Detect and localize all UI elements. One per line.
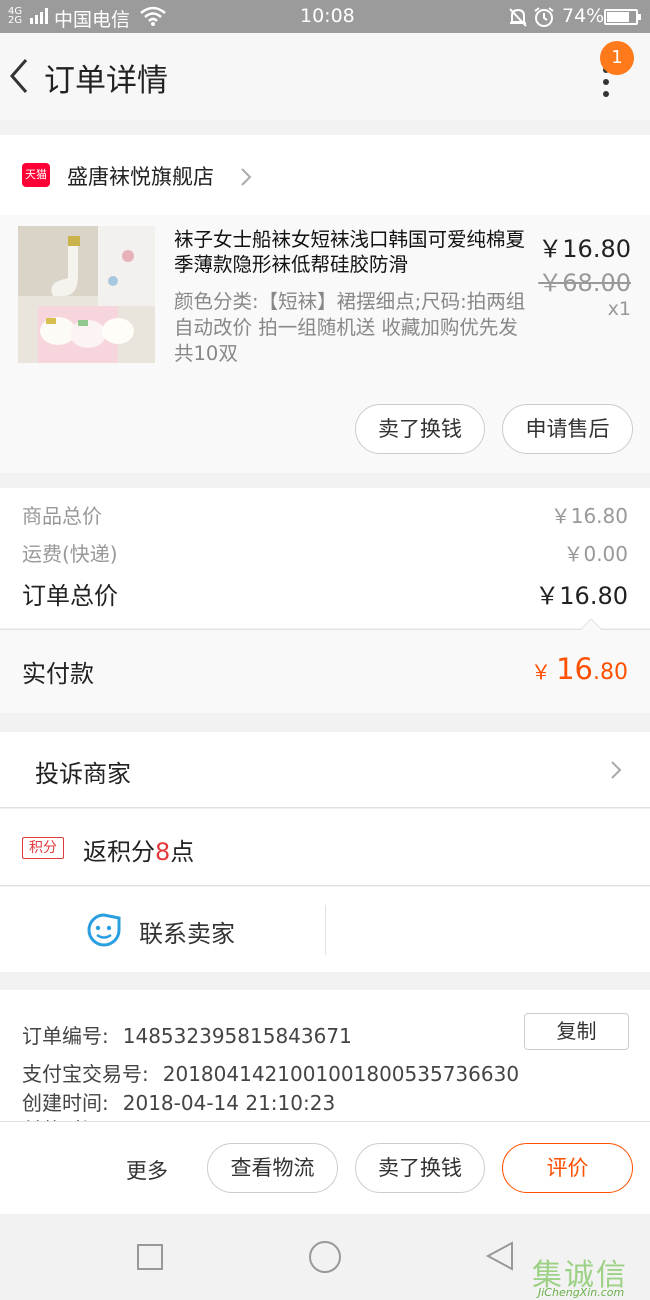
- alipay-label: 支付宝交易号:: [22, 1062, 149, 1086]
- copy-button[interactable]: 复制: [524, 1013, 629, 1050]
- quantity: x1: [607, 298, 631, 320]
- chevron-right-icon: [241, 168, 252, 186]
- page-title: 订单详情: [44, 63, 168, 99]
- order-number-line: 订单编号: 148532395815843671: [22, 1020, 352, 1049]
- shipping-value: ￥0.00: [563, 542, 628, 566]
- caret-up-icon: [580, 618, 602, 630]
- notification-badge: 1: [600, 41, 634, 75]
- resell-button[interactable]: 卖了换钱: [355, 404, 485, 454]
- shipping-label: 运费(快递): [22, 542, 118, 566]
- alipay-number-line: 支付宝交易号: 2018041421001001800535736630: [22, 1058, 519, 1087]
- product-price: ￥16.80: [538, 235, 631, 263]
- goods-total-label: 商品总价: [22, 504, 102, 528]
- product-title[interactable]: 袜子女士船袜女短袜浅口韩国可爱纯棉夏季薄款隐形袜低帮硅胶防滑: [174, 227, 534, 277]
- product-image[interactable]: [18, 226, 155, 363]
- created-time-line: 创建时间: 2018-04-14 21:10:23: [22, 1087, 335, 1116]
- after-sale-button[interactable]: 申请售后: [502, 404, 633, 454]
- alarm-icon: [534, 7, 554, 27]
- order-total-label: 订单总价: [22, 582, 118, 610]
- original-price: ￥68.00: [538, 269, 631, 297]
- contact-seller-button[interactable]: 联系卖家: [139, 914, 235, 949]
- points-text: 返积分8点: [83, 838, 195, 866]
- created-time: 2018-04-14 21:10:23: [122, 1091, 336, 1115]
- chat-face-icon[interactable]: [86, 912, 122, 948]
- divider: [325, 905, 326, 955]
- amount-paid-label: 实付款: [22, 660, 94, 688]
- more-button[interactable]: 更多: [126, 1155, 168, 1185]
- signal-icon: [30, 8, 48, 24]
- mute-bell-icon: [509, 8, 527, 27]
- network-type: 4G 2G: [8, 6, 23, 26]
- amount-paid-value: ￥ 16.80: [531, 652, 628, 686]
- alipay-number: 2018041421001001800535736630: [162, 1062, 520, 1086]
- back-arrow-icon[interactable]: [8, 56, 32, 96]
- complain-merchant-label: 投诉商家: [35, 760, 131, 788]
- goods-total-value: ￥16.80: [550, 504, 628, 528]
- points-tag: 积分: [22, 837, 64, 859]
- created-label: 创建时间:: [22, 1091, 109, 1115]
- battery-icon: [604, 9, 641, 25]
- shop-row[interactable]: 天猫 盛唐袜悦旗舰店: [0, 135, 650, 215]
- header: 订单详情 1: [0, 33, 650, 120]
- view-logistics-button[interactable]: 查看物流: [207, 1143, 338, 1193]
- price-summary: 商品总价 ￥16.80 运费(快递) ￥0.00 订单总价 ￥16.80: [0, 488, 650, 628]
- tmall-icon: 天猫: [22, 163, 50, 187]
- product-sku: 颜色分类:【短袜】裙摆细点;尺码:拍两组自动改价 拍一组随机送 收藏加购优先发 …: [174, 290, 526, 365]
- watermark: 集诚信 JiChengXin.com: [532, 1250, 650, 1300]
- battery-percent: 74%: [562, 5, 605, 27]
- watermark-url: JiChengXin.com: [538, 1286, 625, 1299]
- back-triangle-icon[interactable]: [485, 1240, 515, 1272]
- status-bar: 4G 2G 中国电信 10:08 74%: [0, 0, 650, 33]
- recents-icon[interactable]: [137, 1244, 163, 1270]
- carrier-name: 中国电信: [54, 9, 131, 31]
- order-number: 148532395815843671: [122, 1024, 352, 1048]
- product-card: 袜子女士船袜女短袜浅口韩国可爱纯棉夏季薄款隐形袜低帮硅胶防滑 颜色分类:【短袜】…: [0, 215, 650, 473]
- clock: 10:08: [300, 5, 355, 27]
- order-info: 订单编号: 148532395815843671 复制 支付宝交易号: 201804…: [0, 990, 650, 1130]
- contact-row: 联系卖家: [0, 887, 650, 972]
- wifi-icon: [140, 6, 166, 26]
- order-number-label: 订单编号:: [22, 1024, 109, 1048]
- shop-name[interactable]: 盛唐袜悦旗舰店: [67, 161, 214, 191]
- resell-button-bottom[interactable]: 卖了换钱: [355, 1143, 485, 1193]
- review-button[interactable]: 评价: [502, 1143, 633, 1193]
- order-total-value: ￥16.80: [535, 582, 628, 610]
- amount-paid-row: 实付款 ￥ 16.80: [0, 618, 650, 713]
- points-row: 积分 返积分8点: [0, 809, 650, 886]
- chevron-right-icon: [611, 761, 622, 779]
- bottom-action-bar: 更多 查看物流 卖了换钱 评价: [0, 1121, 650, 1214]
- home-icon[interactable]: [309, 1241, 341, 1273]
- complain-merchant-row[interactable]: 投诉商家: [0, 732, 650, 808]
